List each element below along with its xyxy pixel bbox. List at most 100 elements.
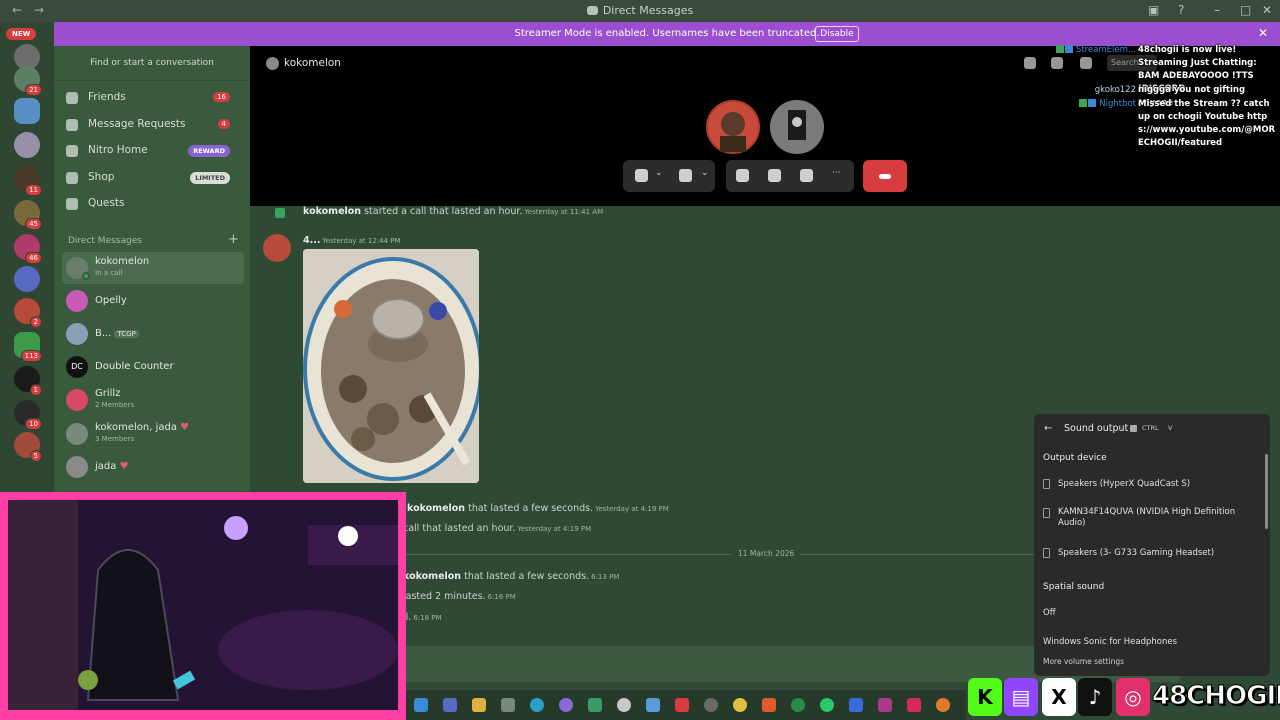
message-user[interactable]: kokomelon bbox=[407, 503, 465, 514]
sidebar-item-message-requests[interactable]: Message Requests 4 bbox=[62, 113, 242, 137]
netflix-icon[interactable] bbox=[675, 698, 689, 712]
store-icon[interactable] bbox=[501, 698, 515, 712]
app-icon[interactable] bbox=[588, 698, 602, 712]
message-text: started a call that lasted an hour. bbox=[364, 206, 523, 217]
participant-avatar[interactable] bbox=[706, 100, 760, 154]
status-dot bbox=[82, 272, 90, 280]
help-icon[interactable]: ? bbox=[1178, 3, 1184, 17]
soundboard-icon[interactable] bbox=[800, 169, 813, 182]
activity-control-group: ··· bbox=[726, 160, 854, 192]
server-icon[interactable]: 46 bbox=[14, 234, 42, 264]
server-icon[interactable]: 1 bbox=[14, 366, 42, 396]
chevron-down-icon[interactable]: ⌄ bbox=[655, 168, 663, 178]
close-icon[interactable]: ✕ bbox=[1262, 3, 1272, 17]
output-device-option[interactable]: KAMN34F14QUVA (NVIDIA High Definition Au… bbox=[1058, 507, 1248, 529]
message-user[interactable]: kokomelon bbox=[403, 571, 461, 582]
message-user[interactable]: kokomelon bbox=[303, 206, 361, 217]
tiktok-icon[interactable] bbox=[907, 698, 921, 712]
mic-control-group: ⌄ ⌄ bbox=[623, 160, 715, 192]
xbox-icon[interactable] bbox=[820, 698, 834, 712]
server-icon[interactable] bbox=[14, 266, 40, 292]
sidebar-item-label: Quests bbox=[88, 197, 125, 209]
friends-icon bbox=[66, 92, 78, 104]
more-icon[interactable]: ··· bbox=[832, 168, 841, 178]
server-icon[interactable]: 2 bbox=[14, 298, 42, 328]
firefox-icon[interactable] bbox=[936, 698, 950, 712]
kick-icon: K bbox=[968, 678, 1002, 716]
inbox-icon[interactable]: ▣ bbox=[1148, 3, 1159, 17]
sidebar-item-quests[interactable]: Quests bbox=[62, 192, 242, 216]
server-icon[interactable] bbox=[14, 132, 40, 158]
disable-button[interactable]: Disable bbox=[815, 26, 859, 42]
discord-icon bbox=[586, 6, 598, 15]
obs-icon[interactable] bbox=[704, 698, 718, 712]
dm-item[interactable]: Opelly bbox=[62, 285, 244, 317]
message-user[interactable]: 4... bbox=[303, 235, 320, 246]
banner-close-icon[interactable]: ✕ bbox=[1258, 26, 1268, 40]
instagram-icon: ◎ bbox=[1116, 678, 1150, 716]
activities-icon[interactable] bbox=[768, 169, 781, 182]
sound-output-panel: ← Sound output CTRL V Output device Spea… bbox=[1034, 414, 1270, 676]
minimize-icon[interactable]: – bbox=[1214, 3, 1220, 17]
dm-item[interactable]: B... TCGP bbox=[62, 318, 244, 350]
camera-off-icon[interactable] bbox=[679, 169, 692, 182]
dm-name: Opelly bbox=[95, 295, 127, 306]
file-explorer-icon[interactable] bbox=[472, 698, 486, 712]
participant-avatar[interactable] bbox=[770, 100, 824, 154]
dm-item[interactable]: kokomelon, jada ♥ 3 Members bbox=[62, 418, 244, 450]
end-call-button[interactable] bbox=[863, 160, 907, 192]
sidebar-item-shop[interactable]: Shop LIMITED bbox=[62, 166, 242, 190]
microphone-icon[interactable] bbox=[635, 169, 648, 182]
food-photo-attachment[interactable] bbox=[303, 249, 479, 483]
timestamp: Yesterday at 4:19 PM bbox=[595, 505, 669, 513]
server-icon[interactable]: 21 bbox=[14, 66, 42, 96]
dm-item[interactable]: kokomelon In a call bbox=[62, 252, 244, 284]
teams-icon[interactable] bbox=[443, 698, 457, 712]
keyboard-icon bbox=[1130, 425, 1137, 432]
group-avatar bbox=[66, 423, 88, 445]
chrome-icon[interactable] bbox=[733, 698, 747, 712]
taskbar bbox=[406, 690, 966, 720]
server-icon[interactable]: 11 bbox=[14, 166, 42, 196]
speaker-icon bbox=[1043, 548, 1050, 558]
discord-icon[interactable] bbox=[559, 698, 573, 712]
stream-chat-username: StreamElem... bbox=[1075, 45, 1136, 55]
stream-chat-user: StreamElem... bbox=[1055, 44, 1136, 57]
more-volume-settings-link[interactable]: More volume settings bbox=[1043, 657, 1124, 666]
pin-icon[interactable] bbox=[1024, 57, 1036, 69]
sidebar-item-nitro-home[interactable]: Nitro Home REWARD bbox=[62, 139, 242, 163]
app-icon[interactable] bbox=[617, 698, 631, 712]
dm-item[interactable]: Grillz 2 Members bbox=[62, 384, 244, 416]
app-icon[interactable] bbox=[878, 698, 892, 712]
create-dm-plus-icon[interactable]: + bbox=[228, 232, 239, 247]
spotify-icon[interactable] bbox=[791, 698, 805, 712]
chevron-down-icon[interactable]: ⌄ bbox=[701, 168, 709, 178]
server-icon[interactable]: 10 bbox=[14, 400, 42, 430]
brave-icon[interactable] bbox=[762, 698, 776, 712]
maximize-icon[interactable]: □ bbox=[1240, 3, 1251, 17]
dm-item[interactable]: DC Double Counter bbox=[62, 351, 244, 383]
message-avatar[interactable] bbox=[263, 234, 291, 262]
app-icon[interactable] bbox=[849, 698, 863, 712]
back-arrow-icon[interactable]: ← bbox=[1044, 423, 1052, 434]
search-input[interactable]: Find or start a conversation bbox=[62, 54, 242, 72]
screen-share-icon[interactable] bbox=[736, 169, 749, 182]
mention-badge: 10 bbox=[25, 418, 42, 430]
app-icon[interactable] bbox=[646, 698, 660, 712]
server-icon[interactable]: 5 bbox=[14, 432, 42, 462]
heart-icon: ♥ bbox=[119, 461, 129, 472]
server-icon[interactable]: 45 bbox=[14, 200, 42, 230]
spatial-sound-option[interactable]: Windows Sonic for Headphones bbox=[1043, 637, 1233, 648]
sidebar-item-friends[interactable]: Friends 16 bbox=[62, 86, 242, 110]
output-device-option[interactable]: Speakers (HyperX QuadCast S) bbox=[1058, 479, 1248, 490]
system-message: kokomelon that lasted a few seconds. 6:13… bbox=[403, 571, 619, 582]
output-device-option[interactable]: Speakers (3- G733 Gaming Headset) bbox=[1058, 548, 1248, 559]
sidebar-item-label: Shop bbox=[88, 171, 115, 183]
dm-item[interactable]: jada ♥ bbox=[62, 451, 244, 483]
server-icon[interactable] bbox=[14, 98, 40, 124]
spatial-sound-option[interactable]: Off bbox=[1043, 608, 1233, 619]
edge-icon[interactable] bbox=[530, 698, 544, 712]
server-icon[interactable]: 113 bbox=[14, 332, 42, 362]
scrollbar[interactable] bbox=[1265, 454, 1268, 529]
copilot-icon[interactable] bbox=[414, 698, 428, 712]
